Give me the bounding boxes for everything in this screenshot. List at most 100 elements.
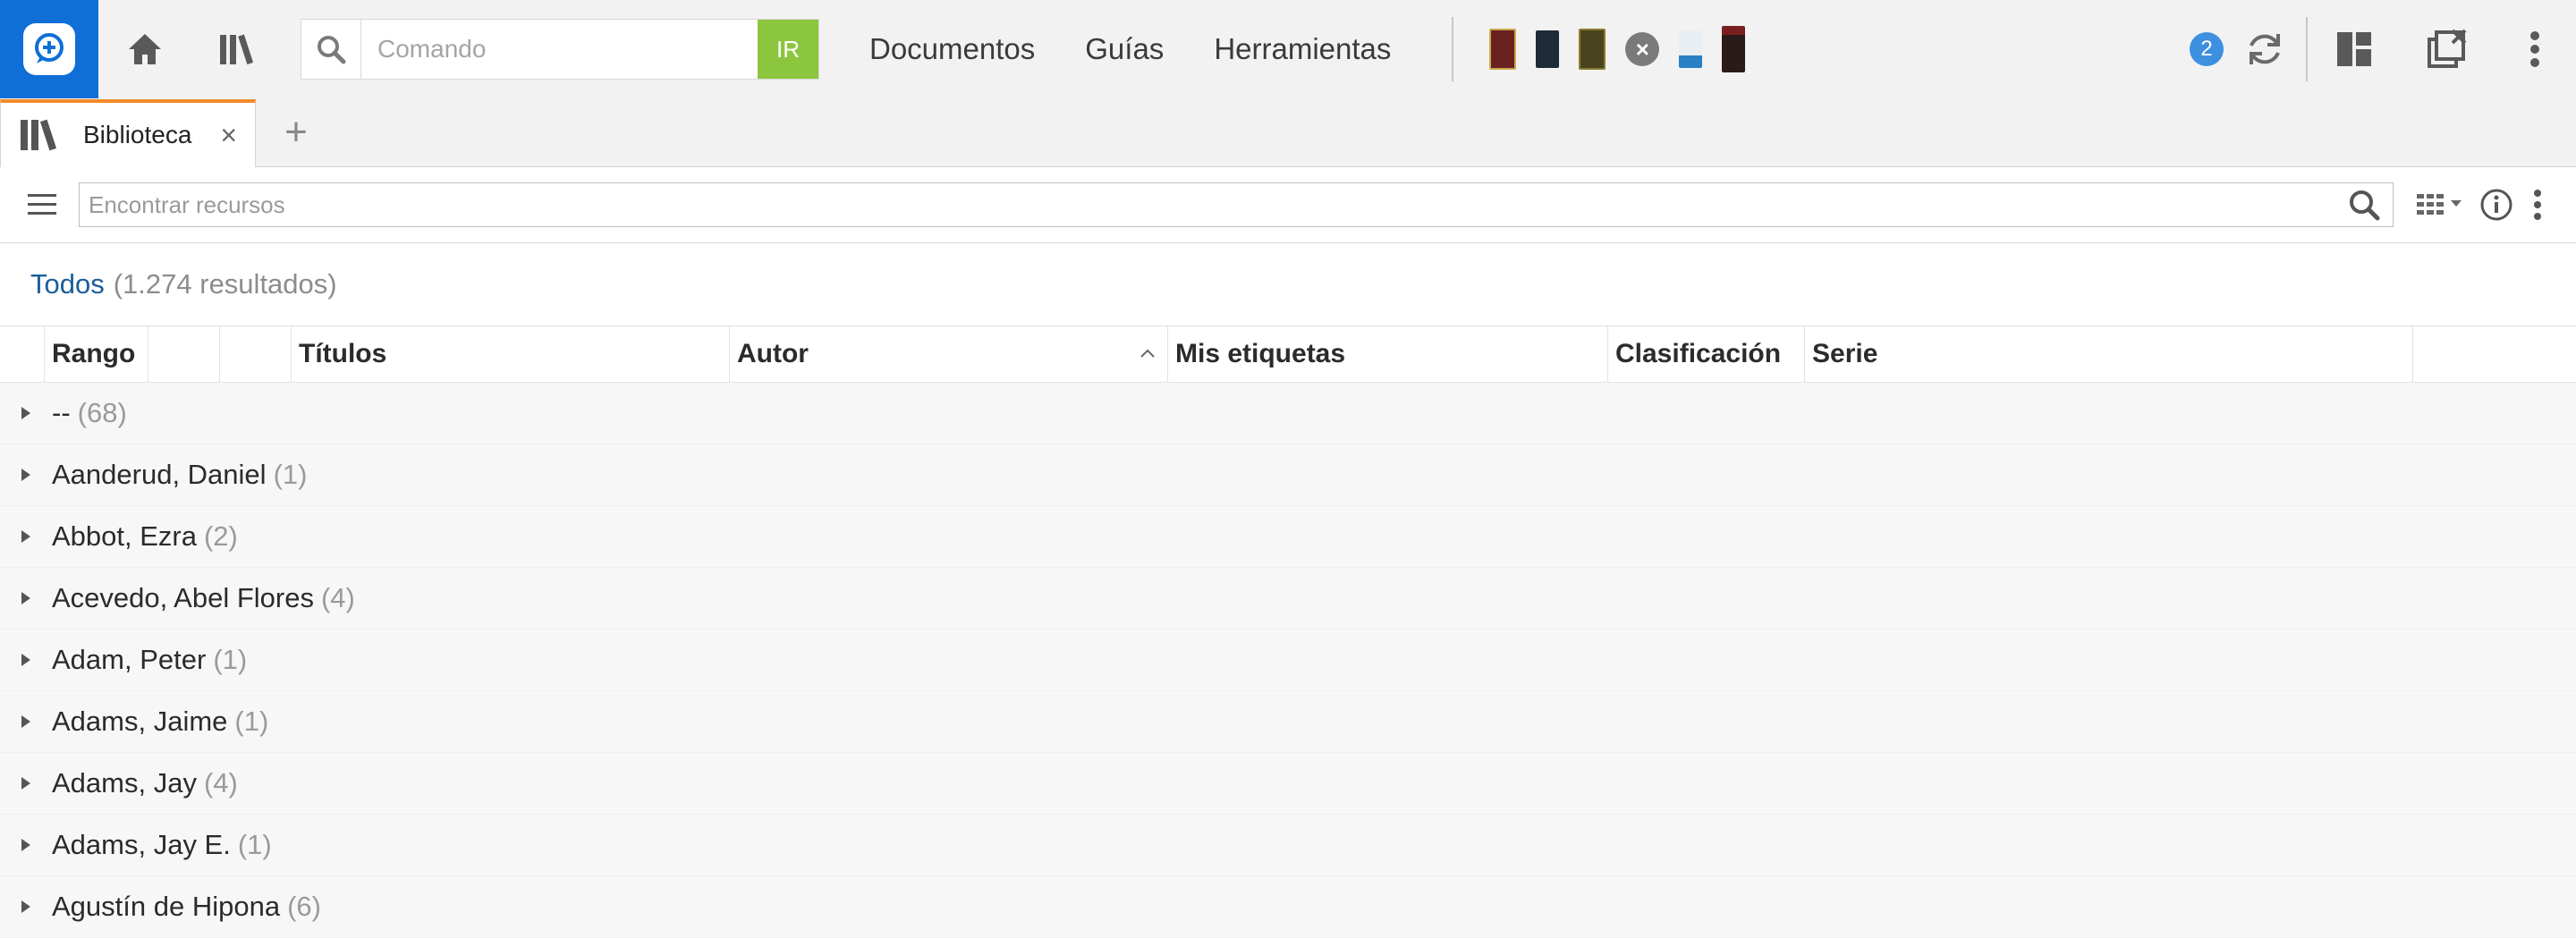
author-count: (68) bbox=[77, 397, 127, 428]
close-panels-icon bbox=[2428, 29, 2467, 68]
expand-arrow-icon[interactable] bbox=[0, 652, 52, 668]
info-icon[interactable] bbox=[2479, 188, 2513, 222]
close-icon[interactable]: × bbox=[1625, 32, 1660, 66]
author-name: Acevedo, Abel Flores bbox=[52, 582, 314, 613]
list-item[interactable]: Acevedo, Abel Flores (4) bbox=[0, 568, 2576, 630]
kebab-icon bbox=[2530, 31, 2539, 67]
column-label: Rango bbox=[52, 339, 136, 368]
column-header-tags[interactable]: Mis etiquetas bbox=[1168, 326, 1608, 382]
library-search-bar bbox=[0, 167, 2576, 243]
book-cover-icon[interactable] bbox=[1722, 26, 1746, 72]
sort-ascending-icon bbox=[1140, 349, 1155, 358]
library-icon bbox=[21, 119, 57, 151]
resource-search-box bbox=[79, 182, 2394, 227]
author-name: Adams, Jay bbox=[52, 767, 197, 799]
list-item[interactable]: Agustín de Hipona (6) bbox=[0, 876, 2576, 938]
command-input[interactable] bbox=[361, 20, 758, 79]
column-header-blank[interactable] bbox=[220, 326, 292, 382]
expand-arrow-icon[interactable] bbox=[0, 405, 52, 421]
menu-tools[interactable]: Herramientas bbox=[1214, 32, 1391, 66]
author-count: (1) bbox=[273, 459, 308, 490]
filter-all-link[interactable]: Todos bbox=[30, 268, 105, 300]
column-header-rating[interactable]: Clasificación bbox=[1608, 326, 1805, 382]
book-cover-icon[interactable] bbox=[1679, 30, 1703, 68]
view-options-icon[interactable] bbox=[2415, 190, 2465, 219]
expand-arrow-icon[interactable] bbox=[0, 899, 52, 915]
column-label: Clasificación bbox=[1615, 339, 1782, 368]
close-panels-button[interactable] bbox=[2401, 0, 2494, 98]
home-icon bbox=[129, 34, 161, 64]
tab-label: Biblioteca bbox=[83, 121, 192, 148]
column-label: Serie bbox=[1812, 339, 1878, 368]
logos-logo-button[interactable] bbox=[0, 0, 98, 98]
author-name: -- bbox=[52, 397, 71, 428]
author-count: (4) bbox=[320, 582, 355, 613]
kebab-icon[interactable] bbox=[2533, 189, 2542, 221]
expand-arrow-icon[interactable] bbox=[0, 714, 52, 730]
column-label: Autor bbox=[737, 339, 809, 368]
home-button[interactable] bbox=[98, 0, 191, 98]
list-item[interactable]: Adam, Peter (1) bbox=[0, 630, 2576, 691]
search-icon bbox=[301, 20, 361, 79]
hamburger-icon[interactable] bbox=[27, 191, 57, 218]
author-name: Adams, Jaime bbox=[52, 706, 228, 737]
list-item[interactable]: -- (68) bbox=[0, 383, 2576, 444]
column-headers: Rango Títulos Autor Mis etiquetas Clasif… bbox=[0, 326, 2576, 383]
tab-library[interactable]: Biblioteca × bbox=[0, 99, 256, 167]
author-name: Adams, Jay E. bbox=[52, 829, 231, 860]
author-name: Agustín de Hipona bbox=[52, 891, 281, 922]
author-count: (1) bbox=[213, 644, 248, 675]
column-header-rank[interactable]: Rango bbox=[45, 326, 148, 382]
menu-documents[interactable]: Documentos bbox=[869, 32, 1035, 66]
column-label: Títulos bbox=[299, 339, 387, 368]
column-header-blank[interactable] bbox=[2413, 326, 2576, 382]
author-count: (1) bbox=[234, 706, 269, 737]
column-header-titles[interactable]: Títulos bbox=[292, 326, 730, 382]
logo-icon bbox=[23, 23, 75, 75]
resource-search-input[interactable] bbox=[80, 190, 2348, 219]
expand-arrow-icon[interactable] bbox=[0, 590, 52, 606]
expand-arrow-icon[interactable] bbox=[0, 775, 52, 791]
author-group-list: -- (68) Aanderud, Daniel (1) Abbot, Ezra… bbox=[0, 383, 2576, 938]
sync-icon bbox=[2250, 34, 2280, 64]
column-header-blank[interactable] bbox=[148, 326, 220, 382]
list-item[interactable]: Aanderud, Daniel (1) bbox=[0, 444, 2576, 506]
author-count: (2) bbox=[203, 520, 238, 552]
library-icon bbox=[220, 34, 254, 65]
column-label: Mis etiquetas bbox=[1175, 339, 1346, 368]
sync-button[interactable] bbox=[2224, 0, 2306, 98]
top-toolbar: IR Documentos Guías Herramientas × 2 bbox=[0, 0, 2576, 99]
menu-guides[interactable]: Guías bbox=[1085, 32, 1164, 66]
command-box: IR bbox=[301, 19, 819, 80]
author-name: Adam, Peter bbox=[52, 644, 207, 675]
layout-icon bbox=[2337, 32, 2371, 66]
recent-resources: × bbox=[1489, 26, 1746, 72]
expand-arrow-icon[interactable] bbox=[0, 837, 52, 853]
list-item[interactable]: Abbot, Ezra (2) bbox=[0, 506, 2576, 568]
author-name: Abbot, Ezra bbox=[52, 520, 197, 552]
author-count: (1) bbox=[237, 829, 272, 860]
filter-summary: Todos (1.274 resultados) bbox=[0, 243, 2576, 326]
column-header-author[interactable]: Autor bbox=[730, 326, 1168, 382]
column-header-series[interactable]: Serie bbox=[1805, 326, 2413, 382]
author-name: Aanderud, Daniel bbox=[52, 459, 267, 490]
book-cover-icon[interactable] bbox=[1536, 30, 1560, 68]
library-button[interactable] bbox=[191, 0, 284, 98]
more-menu-button[interactable] bbox=[2494, 0, 2576, 98]
result-count: (1.274 resultados) bbox=[113, 268, 337, 300]
search-icon[interactable] bbox=[2348, 189, 2380, 221]
expand-arrow-icon[interactable] bbox=[0, 467, 52, 483]
expand-arrow-icon[interactable] bbox=[0, 528, 52, 545]
layout-button[interactable] bbox=[2308, 0, 2401, 98]
tab-close-icon[interactable]: × bbox=[220, 119, 237, 152]
go-button[interactable]: IR bbox=[758, 20, 818, 79]
book-cover-icon[interactable] bbox=[1489, 29, 1517, 70]
list-item[interactable]: Adams, Jay (4) bbox=[0, 753, 2576, 815]
notification-badge[interactable]: 2 bbox=[2190, 32, 2224, 66]
add-tab-button[interactable]: + bbox=[256, 98, 336, 166]
book-cover-icon[interactable] bbox=[1579, 29, 1606, 70]
list-item[interactable]: Adams, Jay E. (1) bbox=[0, 815, 2576, 876]
list-item[interactable]: Adams, Jaime (1) bbox=[0, 691, 2576, 753]
divider bbox=[1452, 17, 1454, 81]
column-spacer bbox=[0, 326, 45, 382]
